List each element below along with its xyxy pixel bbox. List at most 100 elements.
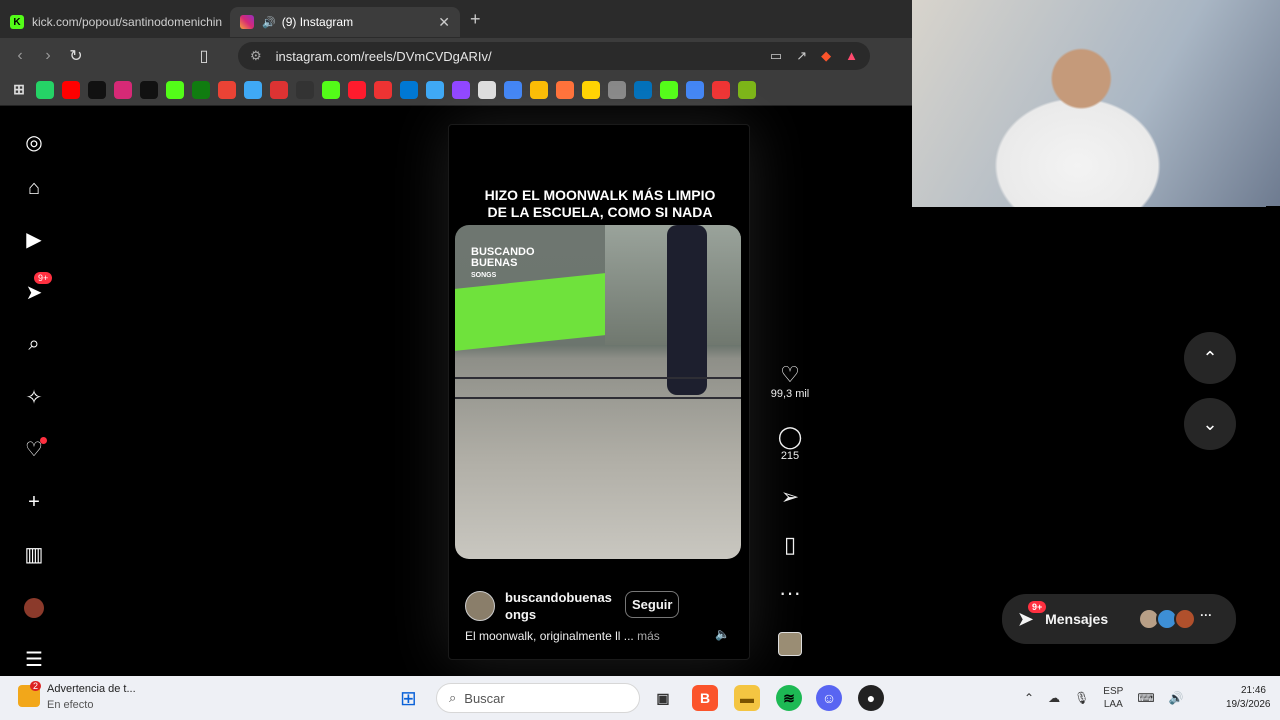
task-view-icon[interactable]: ▣ bbox=[650, 685, 676, 711]
taskbar-search[interactable]: ⌕ Buscar bbox=[436, 683, 640, 713]
new-tab-button[interactable]: + bbox=[470, 9, 481, 30]
gmail-icon[interactable] bbox=[218, 80, 236, 99]
generic-icon[interactable] bbox=[608, 80, 626, 99]
discord-icon[interactable]: ☺ bbox=[816, 685, 842, 711]
date: 19/3/2026 bbox=[1226, 699, 1271, 710]
next-reel-button[interactable]: ⌄ bbox=[1184, 398, 1236, 450]
bookmark-icon: ▯ bbox=[783, 532, 797, 557]
page-scrollbar[interactable] bbox=[1266, 206, 1280, 676]
microphone-icon[interactable]: 🎙 bbox=[1074, 691, 1089, 705]
clock[interactable]: 21:46 19/3/2026 bbox=[1226, 684, 1271, 712]
language-indicator[interactable]: ESP LAA bbox=[1103, 685, 1123, 711]
tiktok-icon[interactable] bbox=[88, 80, 106, 99]
extension-icon[interactable] bbox=[244, 80, 262, 99]
reel-video[interactable]: BUSCANDO BUENAS SONGS bbox=[455, 225, 741, 559]
search-icon[interactable]: ⌕ bbox=[20, 330, 48, 358]
tab-instagram[interactable]: 🔊 (9) Instagram ✕ bbox=[230, 7, 460, 37]
messages-icon[interactable]: ➤ 9+ bbox=[20, 272, 53, 306]
search-placeholder: Buscar bbox=[464, 690, 505, 706]
messages-button[interactable]: ➤ 9+ Mensajes ··· bbox=[1002, 594, 1236, 644]
windows-start-icon[interactable]: ⊞ bbox=[400, 686, 424, 710]
twitch-icon[interactable] bbox=[452, 80, 470, 99]
reload-icon[interactable]: ↻ bbox=[62, 46, 90, 66]
more-menu-icon[interactable]: ☰ bbox=[20, 645, 48, 673]
whatsapp-icon[interactable] bbox=[36, 80, 54, 99]
firefox-icon[interactable] bbox=[556, 80, 574, 99]
onedrive-icon[interactable]: ☁ bbox=[1048, 691, 1060, 705]
author-username[interactable]: buscandobuenas ongs bbox=[505, 589, 615, 623]
previous-reel-button[interactable]: ⌃ bbox=[1184, 332, 1236, 384]
windows-icon[interactable] bbox=[400, 80, 418, 99]
network-icon[interactable]: ⌨ bbox=[1137, 691, 1154, 705]
video-watermark: BUSCANDO BUENAS SONGS bbox=[471, 247, 535, 281]
forward-icon[interactable]: › bbox=[34, 47, 62, 65]
spotify-icon[interactable]: ≋ bbox=[776, 685, 802, 711]
download-icon[interactable] bbox=[738, 80, 756, 99]
video-dancer bbox=[667, 225, 707, 395]
more-link[interactable]: más bbox=[637, 629, 660, 643]
notifications-icon[interactable]: ♡ bbox=[20, 435, 48, 463]
reel-author: buscandobuenas ongs Seguir El moonwalk, … bbox=[463, 587, 743, 657]
kick-icon[interactable] bbox=[166, 80, 184, 99]
home-icon[interactable]: ⌂ bbox=[20, 174, 48, 202]
url-field[interactable]: ⚙ instagram.com/reels/DVmCVDgARIv/ ▭ ↗ ◆… bbox=[238, 42, 870, 70]
audio-thumbnail-icon bbox=[778, 632, 802, 656]
dlive-icon[interactable] bbox=[582, 80, 600, 99]
save-button[interactable]: ▯ bbox=[765, 532, 815, 558]
bookmark-page-icon[interactable]: ▯ bbox=[190, 46, 218, 66]
volume-icon[interactable]: 🔊 bbox=[1169, 691, 1184, 705]
author-avatar[interactable] bbox=[465, 591, 495, 621]
grid-icon[interactable]: ⊞ bbox=[10, 81, 28, 99]
video-green-wall bbox=[455, 273, 605, 351]
audio-button[interactable] bbox=[765, 632, 815, 656]
comment-button[interactable]: ◯ 215 bbox=[765, 424, 815, 462]
cast-icon[interactable]: ▭ bbox=[770, 48, 782, 64]
tab-title: kick.com/popout/santinodomenichin bbox=[32, 15, 223, 29]
create-icon[interactable]: + bbox=[20, 488, 48, 516]
dashboard-icon[interactable]: ▥ bbox=[20, 540, 48, 568]
chart-icon[interactable] bbox=[270, 80, 288, 99]
chevron-up-icon: ⌃ bbox=[1202, 347, 1218, 368]
explore-icon[interactable]: ✧ bbox=[20, 383, 48, 411]
brave-shield-icon[interactable]: ◆ bbox=[821, 48, 831, 64]
chevron-up-icon[interactable]: ⌃ bbox=[1024, 691, 1034, 705]
volume-icon[interactable]: 🔈 bbox=[715, 627, 730, 641]
share-button[interactable]: ➢ bbox=[765, 484, 815, 510]
ellipsis-icon: ··· bbox=[779, 580, 801, 605]
xbox-icon[interactable] bbox=[192, 80, 210, 99]
docs-icon[interactable] bbox=[686, 80, 704, 99]
kick-icon[interactable] bbox=[660, 80, 678, 99]
brave-icon[interactable]: B bbox=[692, 685, 718, 711]
download-icon[interactable] bbox=[712, 80, 730, 99]
x-icon[interactable] bbox=[140, 80, 158, 99]
like-button[interactable]: ♡ 99,3 mil bbox=[765, 362, 815, 400]
share-icon[interactable]: ↗ bbox=[796, 48, 807, 64]
github-icon[interactable] bbox=[296, 80, 314, 99]
drive-icon[interactable] bbox=[530, 80, 548, 99]
chevron-down-icon: ⌄ bbox=[1202, 413, 1218, 434]
docs-icon[interactable] bbox=[504, 80, 522, 99]
paypal-icon[interactable] bbox=[634, 80, 652, 99]
system-tray: ⌃ ☁ 🎙 ESP LAA ⌨ 🔊 bbox=[1024, 676, 1184, 720]
instagram-logo-icon[interactable]: ◎ bbox=[20, 128, 48, 156]
brave-rewards-icon[interactable]: ▲ bbox=[845, 48, 858, 64]
close-tab-icon[interactable]: ✕ bbox=[438, 14, 450, 31]
profile-icon[interactable] bbox=[20, 594, 48, 622]
back-icon[interactable]: ‹ bbox=[6, 47, 34, 65]
generic-icon[interactable] bbox=[374, 80, 392, 99]
file-explorer-icon[interactable]: ▬ bbox=[734, 685, 760, 711]
kick-icon[interactable] bbox=[322, 80, 340, 99]
options-button[interactable]: ··· bbox=[765, 580, 815, 606]
chrome-icon[interactable] bbox=[478, 80, 496, 99]
site-info-icon[interactable]: ⚙ bbox=[250, 48, 262, 64]
tab-kick[interactable]: K kick.com/popout/santinodomenichin bbox=[0, 7, 230, 37]
extension-icon[interactable] bbox=[426, 80, 444, 99]
obs-icon[interactable]: ● bbox=[858, 685, 884, 711]
reels-icon[interactable]: ▶ bbox=[20, 225, 48, 253]
follow-button[interactable]: Seguir bbox=[625, 591, 680, 618]
youtube-icon[interactable] bbox=[62, 80, 80, 99]
opera-icon[interactable] bbox=[348, 80, 366, 99]
message-avatars: ··· bbox=[1118, 608, 1212, 630]
instagram-icon[interactable] bbox=[114, 80, 132, 99]
heart-icon: ♡ bbox=[780, 362, 800, 387]
